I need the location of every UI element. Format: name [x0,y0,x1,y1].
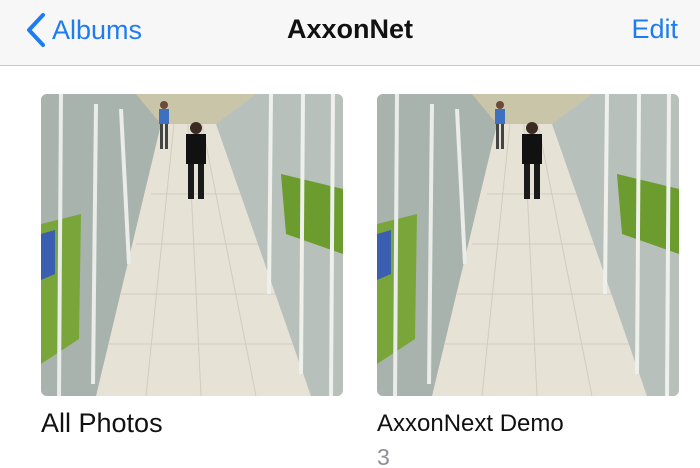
album-tile-axxonnext-demo[interactable]: AxxonNext Demo 3 [377,94,679,468]
album-thumbnail [377,94,679,396]
album-name: AxxonNext Demo [377,410,564,437]
page-title: AxxonNet [286,14,414,44]
album-count: 3 [377,444,390,468]
album-count [41,445,343,468]
album-thumbnail [41,94,343,396]
edit-button[interactable]: Edit [631,14,678,45]
navigation-bar: Albums AxxonNet Edit [0,0,700,66]
album-tile-all-photos[interactable]: All Photos [41,94,343,468]
album-name: All Photos [41,408,163,438]
